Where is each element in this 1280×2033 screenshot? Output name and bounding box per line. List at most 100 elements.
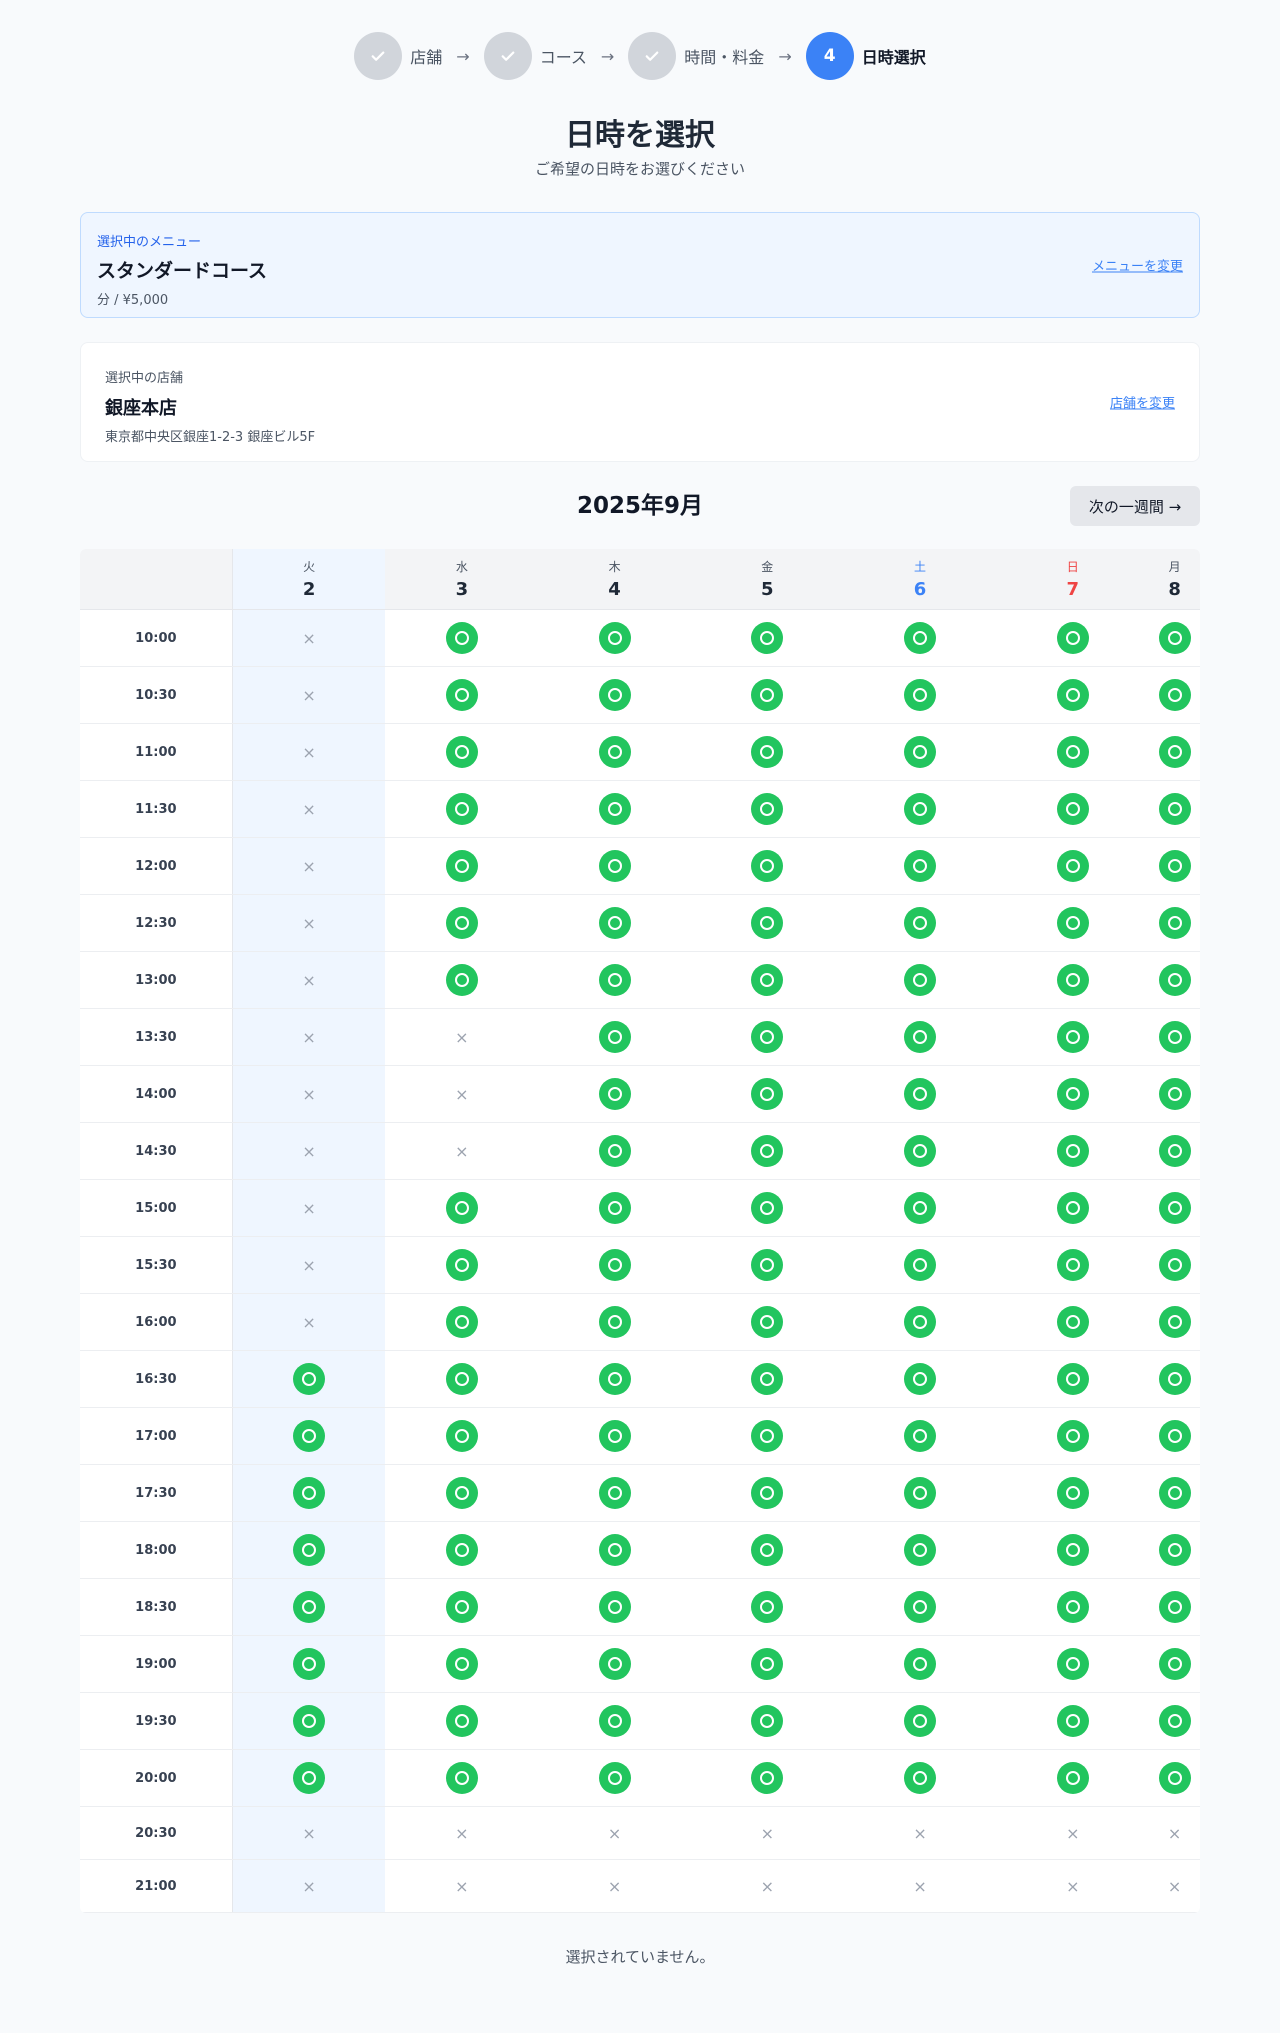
available-icon[interactable] — [904, 1306, 937, 1338]
slot-cell[interactable] — [1149, 895, 1200, 951]
available-icon[interactable] — [751, 1306, 784, 1338]
available-icon[interactable] — [1056, 736, 1089, 768]
slot-cell[interactable] — [538, 1408, 691, 1464]
available-icon[interactable] — [904, 1591, 937, 1623]
slot-cell[interactable] — [1149, 838, 1200, 894]
slot-cell[interactable] — [844, 838, 997, 894]
available-icon[interactable] — [1056, 1762, 1089, 1794]
slot-cell[interactable] — [844, 1693, 997, 1749]
slot-cell[interactable] — [996, 1465, 1149, 1521]
available-icon[interactable] — [1056, 1306, 1089, 1338]
available-icon[interactable] — [293, 1762, 326, 1794]
slot-cell[interactable] — [844, 610, 997, 666]
available-icon[interactable] — [293, 1477, 326, 1509]
slot-cell[interactable] — [232, 1636, 386, 1692]
available-icon[interactable] — [1158, 679, 1191, 711]
slot-cell[interactable] — [844, 1009, 997, 1065]
slot-cell[interactable] — [232, 1465, 386, 1521]
slot-cell[interactable] — [1149, 1351, 1200, 1407]
slot-cell[interactable] — [844, 1408, 997, 1464]
slot-cell[interactable] — [538, 610, 691, 666]
available-icon[interactable] — [1158, 1534, 1191, 1566]
slot-cell[interactable] — [691, 781, 844, 837]
available-icon[interactable] — [1158, 850, 1191, 882]
slot-cell[interactable] — [844, 895, 997, 951]
available-icon[interactable] — [293, 1363, 326, 1395]
available-icon[interactable] — [598, 1249, 631, 1281]
available-icon[interactable] — [751, 1534, 784, 1566]
available-icon[interactable] — [445, 1648, 478, 1680]
slot-cell[interactable] — [844, 952, 997, 1008]
slot-cell[interactable] — [1149, 667, 1200, 723]
available-icon[interactable] — [445, 1363, 478, 1395]
slot-cell[interactable] — [538, 1180, 691, 1236]
slot-cell[interactable] — [1149, 952, 1200, 1008]
available-icon[interactable] — [445, 736, 478, 768]
slot-cell[interactable] — [232, 1351, 386, 1407]
available-icon[interactable] — [1158, 1249, 1191, 1281]
slot-cell[interactable] — [538, 895, 691, 951]
slot-cell[interactable] — [691, 1294, 844, 1350]
available-icon[interactable] — [1056, 679, 1089, 711]
slot-cell[interactable] — [996, 667, 1149, 723]
slot-cell[interactable] — [844, 781, 997, 837]
available-icon[interactable] — [1158, 964, 1191, 996]
slot-cell[interactable] — [691, 1522, 844, 1578]
slot-cell[interactable] — [996, 1408, 1149, 1464]
slot-cell[interactable] — [691, 895, 844, 951]
slot-cell[interactable] — [691, 1465, 844, 1521]
available-icon[interactable] — [1158, 1648, 1191, 1680]
available-icon[interactable] — [598, 1591, 631, 1623]
available-icon[interactable] — [1158, 907, 1191, 939]
slot-cell[interactable] — [538, 1465, 691, 1521]
available-icon[interactable] — [293, 1534, 326, 1566]
available-icon[interactable] — [904, 1648, 937, 1680]
slot-cell[interactable] — [691, 1123, 844, 1179]
available-icon[interactable] — [293, 1591, 326, 1623]
available-icon[interactable] — [751, 1648, 784, 1680]
available-icon[interactable] — [1158, 1078, 1191, 1110]
available-icon[interactable] — [751, 1477, 784, 1509]
available-icon[interactable] — [445, 964, 478, 996]
available-icon[interactable] — [445, 1192, 478, 1224]
available-icon[interactable] — [1056, 1420, 1089, 1452]
change-store-link[interactable]: 店舗を変更 — [1110, 393, 1175, 412]
available-icon[interactable] — [1056, 1534, 1089, 1566]
available-icon[interactable] — [904, 622, 937, 654]
next-week-button[interactable]: 次の一週間 → — [1070, 486, 1200, 526]
slot-cell[interactable] — [996, 952, 1149, 1008]
available-icon[interactable] — [598, 1135, 631, 1167]
slot-cell[interactable] — [691, 1180, 844, 1236]
slot-cell[interactable] — [844, 1123, 997, 1179]
available-icon[interactable] — [598, 793, 631, 825]
slot-cell[interactable] — [385, 724, 538, 780]
slot-cell[interactable] — [691, 667, 844, 723]
slot-cell[interactable] — [1149, 1408, 1200, 1464]
slot-cell[interactable] — [844, 667, 997, 723]
slot-cell[interactable] — [691, 1351, 844, 1407]
available-icon[interactable] — [751, 1591, 784, 1623]
available-icon[interactable] — [751, 907, 784, 939]
slot-cell[interactable] — [996, 838, 1149, 894]
slot-cell[interactable] — [1149, 1066, 1200, 1122]
available-icon[interactable] — [445, 1249, 478, 1281]
available-icon[interactable] — [904, 964, 937, 996]
available-icon[interactable] — [904, 1363, 937, 1395]
available-icon[interactable] — [598, 1363, 631, 1395]
available-icon[interactable] — [1056, 1591, 1089, 1623]
available-icon[interactable] — [904, 679, 937, 711]
slot-cell[interactable] — [385, 1465, 538, 1521]
available-icon[interactable] — [904, 1534, 937, 1566]
available-icon[interactable] — [445, 622, 478, 654]
available-icon[interactable] — [1158, 622, 1191, 654]
slot-cell[interactable] — [1149, 1579, 1200, 1635]
available-icon[interactable] — [904, 1078, 937, 1110]
slot-cell[interactable] — [996, 1066, 1149, 1122]
slot-cell[interactable] — [385, 1636, 538, 1692]
slot-cell[interactable] — [538, 1237, 691, 1293]
slot-cell[interactable] — [996, 1351, 1149, 1407]
available-icon[interactable] — [904, 1420, 937, 1452]
available-icon[interactable] — [598, 679, 631, 711]
slot-cell[interactable] — [1149, 781, 1200, 837]
available-icon[interactable] — [598, 1477, 631, 1509]
